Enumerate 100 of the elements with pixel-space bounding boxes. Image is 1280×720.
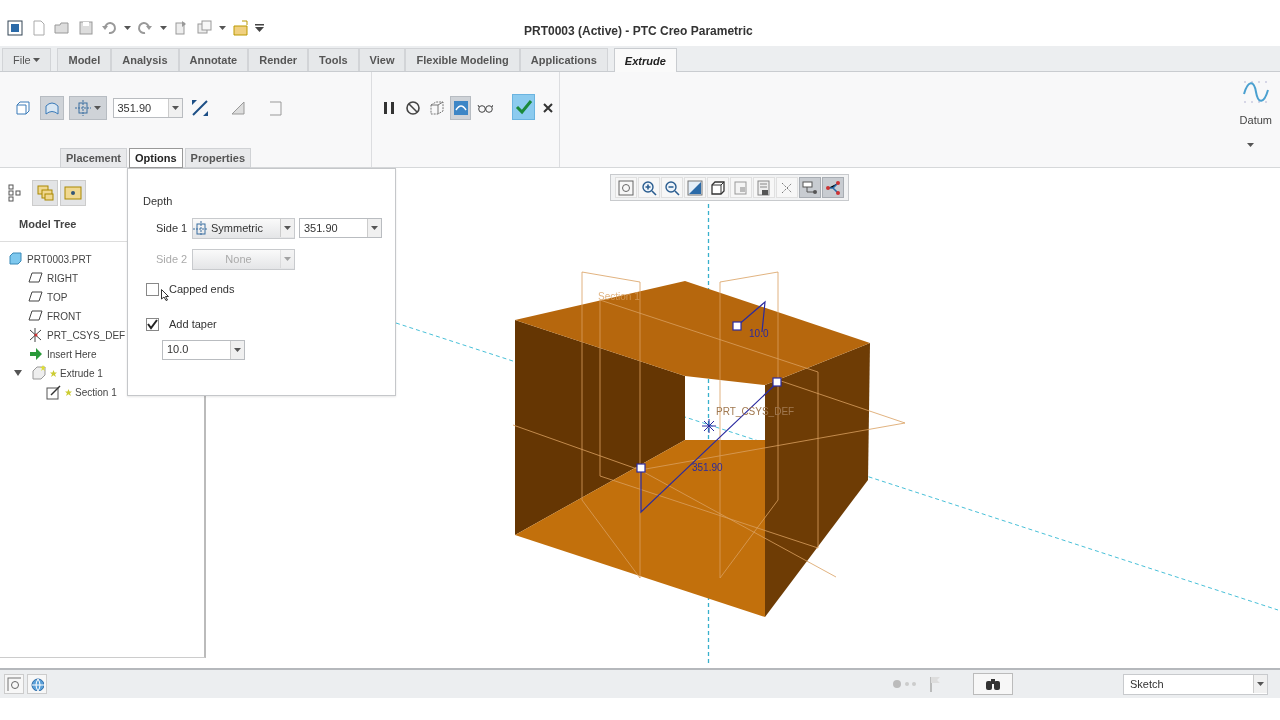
caret-icon [1247, 142, 1254, 147]
extrude-icon [31, 365, 47, 381]
ribbon-tab[interactable]: Extrude [613, 48, 677, 72]
caret-icon [234, 347, 241, 352]
folder-icon [64, 184, 82, 202]
flip-arrow-icon [190, 98, 210, 118]
caret-icon [94, 106, 101, 110]
checkbox-label: Capped ends [169, 282, 235, 298]
binoculars-icon [985, 677, 1001, 691]
customize-icon[interactable] [255, 24, 264, 32]
depth-type-select[interactable]: Symmetric [192, 217, 295, 239]
star-icon [50, 369, 57, 377]
caret-icon [371, 226, 378, 230]
symmetric-depth-icon [193, 221, 207, 235]
tree-item[interactable]: Extrude 1 [8, 363, 103, 383]
zoom-in-icon [641, 179, 657, 196]
tree-item[interactable]: RIGHT [8, 268, 79, 288]
section-label: Section 1 [598, 291, 640, 302]
datum-button[interactable]: Datum [1239, 78, 1272, 129]
dimension-label: 351.90 [692, 462, 723, 473]
symmetric-depth-icon [75, 100, 91, 116]
ribbon-tab[interactable]: Tools [308, 48, 359, 71]
no-symbol-icon [404, 100, 421, 116]
caret-icon [1257, 682, 1264, 686]
checkbox-label: Add taper [169, 317, 217, 333]
open-folder-icon [54, 20, 70, 36]
insert-arrow-icon [28, 346, 44, 362]
ribbon-tab[interactable]: Analysis [111, 48, 179, 71]
checkmark-icon [514, 99, 533, 115]
caret-icon [284, 226, 291, 230]
close-folder-icon [232, 20, 249, 36]
app-icon [7, 20, 23, 36]
filter-select[interactable]: Sketch [1123, 673, 1268, 695]
view-manager-icon [756, 179, 772, 196]
close-icon [543, 103, 554, 113]
tree-item[interactable]: TOP [8, 287, 68, 307]
sketch-icon [46, 384, 62, 400]
dashboard-tab[interactable]: Properties [184, 148, 251, 168]
saved-views-icon [733, 179, 749, 196]
status-button[interactable] [4, 674, 24, 694]
wave-icon [1241, 78, 1270, 106]
save-icon [77, 20, 94, 36]
repaint-icon [687, 179, 703, 196]
field-label: Side 1 [156, 220, 188, 236]
redo-icon [137, 20, 153, 36]
tree-item[interactable]: Section 1 [8, 382, 117, 402]
ribbon-tab[interactable]: Applications [519, 48, 608, 71]
cursor-icon [161, 288, 169, 301]
preview-icon [452, 100, 469, 116]
globe-icon [29, 677, 44, 691]
file-menu[interactable]: File [2, 48, 52, 71]
wireframe-box-icon [428, 100, 445, 116]
window-title: PRT0003 (Active) - PTC Creo Parametric [524, 23, 753, 40]
caret-icon [219, 26, 226, 30]
dashboard-tab[interactable]: Options [129, 148, 183, 168]
surface-icon [43, 100, 60, 116]
tool-button[interactable] [799, 177, 821, 198]
part-icon [8, 251, 24, 267]
undo-icon [101, 20, 117, 36]
checkmark-icon [147, 319, 158, 330]
expanded-icon[interactable] [14, 369, 22, 377]
caret-icon [159, 26, 167, 30]
caret-icon [123, 26, 131, 30]
tree-item[interactable]: FRONT [8, 306, 82, 326]
cube-icon [710, 179, 726, 196]
tree-item[interactable]: PRT_CSYS_DEF [8, 325, 126, 345]
status-button[interactable] [26, 674, 47, 694]
ribbon-tab[interactable]: Model [57, 48, 112, 71]
datum-plane-icon [28, 289, 44, 305]
tree-item[interactable]: Insert Here [8, 344, 97, 364]
depth-field[interactable]: 351.90 [112, 98, 183, 118]
layers-icon [36, 184, 54, 202]
progress-dots-icon [893, 680, 919, 688]
spin-center-icon [825, 179, 841, 196]
refit-icon [618, 179, 634, 196]
ribbon-tab[interactable]: Annotate [178, 48, 249, 71]
tree-item[interactable]: PRT0003.PRT [8, 249, 92, 269]
zoom-out-icon [664, 179, 680, 196]
checkbox[interactable] [146, 283, 159, 296]
find-button[interactable] [973, 673, 1013, 695]
ribbon-tab[interactable]: View [358, 48, 406, 71]
coordinate-system-icon [28, 327, 44, 343]
caret-icon [33, 58, 41, 62]
datum-plane-icon [28, 270, 44, 286]
ribbon-tab[interactable]: Render [248, 48, 309, 71]
new-file-icon [30, 20, 47, 36]
star-icon [65, 388, 72, 396]
solid-icon [14, 100, 30, 116]
dashboard-tab[interactable]: Placement [60, 148, 128, 168]
windows-icon [196, 20, 213, 36]
caret-icon [284, 257, 291, 261]
ribbon-tab[interactable]: Flexible Modeling [405, 48, 520, 71]
panel-tab[interactable] [60, 180, 86, 206]
csys-icon [701, 418, 717, 434]
datum-plane-icon [28, 308, 44, 324]
taper-field[interactable]: 10.0 [162, 339, 245, 360]
depth-field[interactable]: 351.90 [299, 218, 382, 238]
checkbox[interactable] [146, 318, 159, 331]
caret-icon [171, 106, 179, 110]
panel-tab[interactable] [32, 180, 58, 206]
